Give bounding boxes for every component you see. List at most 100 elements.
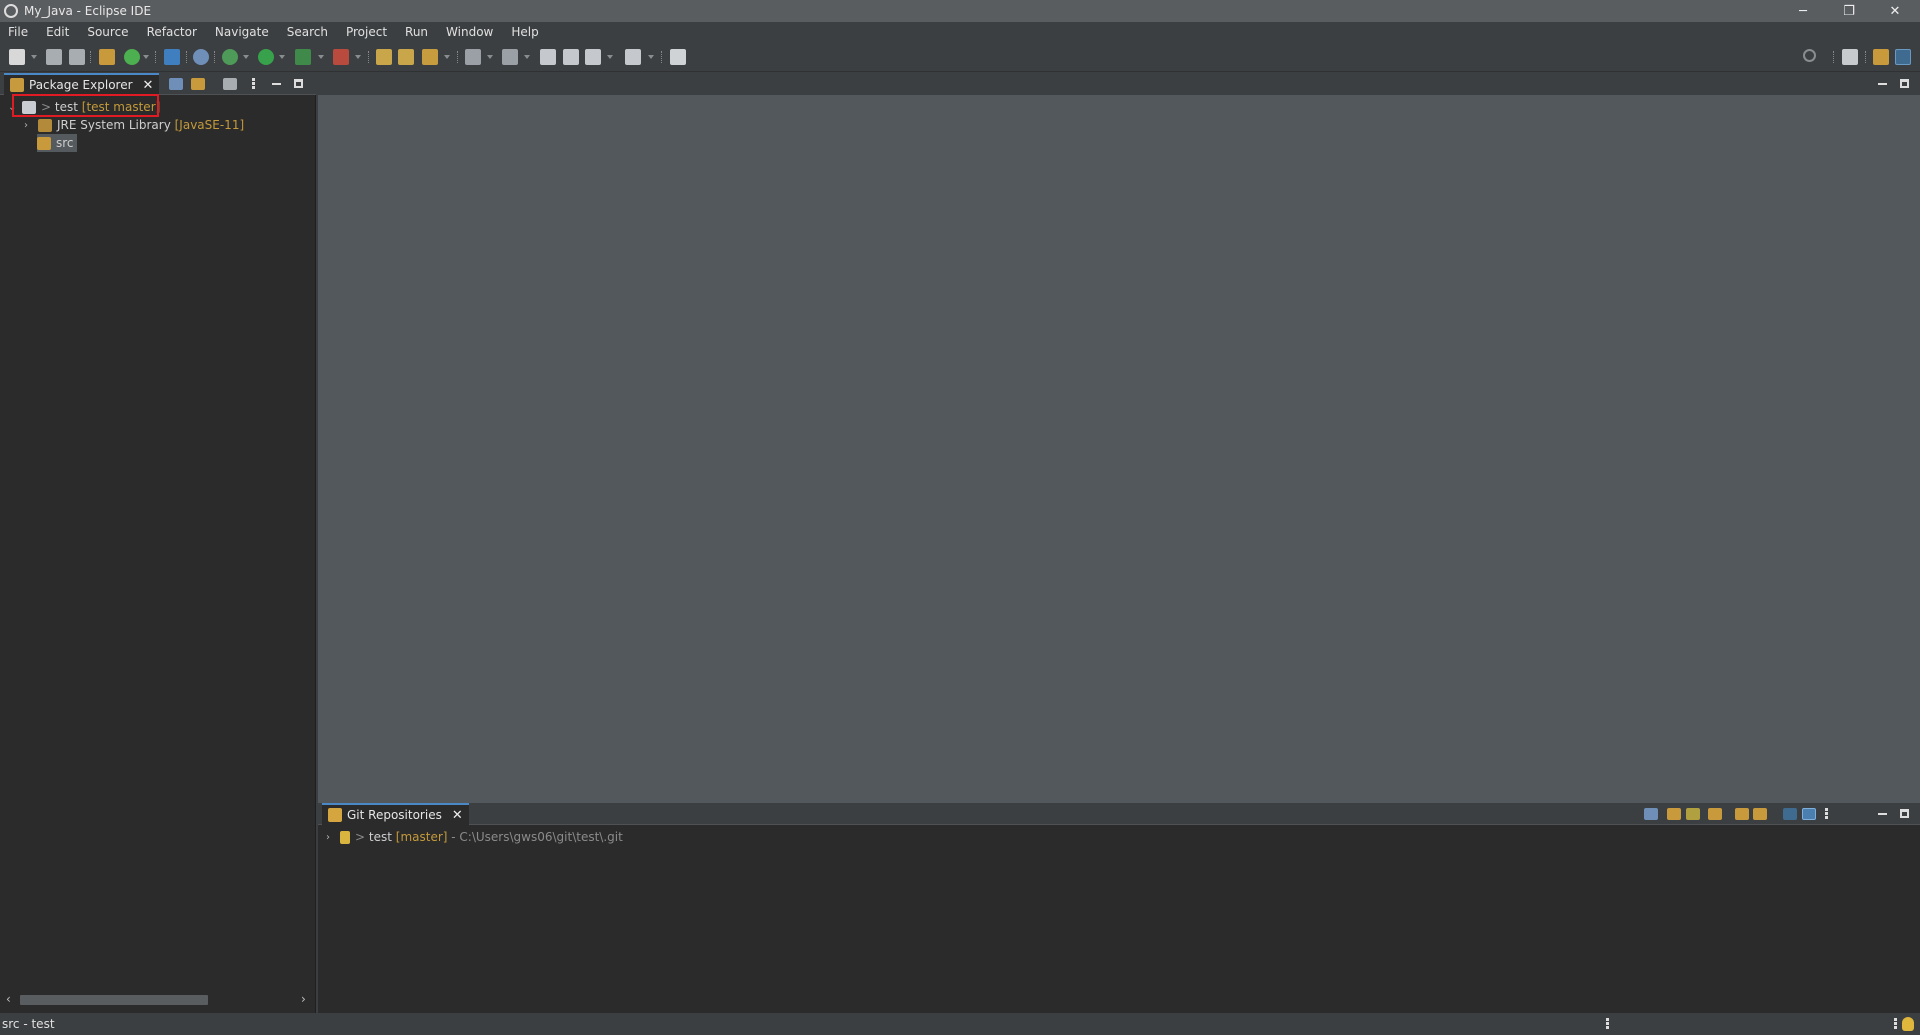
- menu-bar: File Edit Source Refactor Navigate Searc…: [0, 22, 1920, 42]
- add-repository-icon[interactable]: [1667, 808, 1681, 820]
- menu-search[interactable]: Search: [279, 25, 338, 39]
- menu-help[interactable]: Help: [503, 25, 548, 39]
- open-type-icon[interactable]: [376, 49, 392, 65]
- next-annotation-icon[interactable]: [465, 49, 481, 65]
- collapse-all-icon[interactable]: [169, 78, 183, 90]
- link-with-editor-icon[interactable]: [191, 78, 205, 90]
- scrollbar-thumb[interactable]: [20, 995, 208, 1005]
- status-bar: src - test: [0, 1013, 1920, 1035]
- menu-source[interactable]: Source: [79, 25, 138, 39]
- restore-button[interactable]: ❐: [1826, 0, 1872, 22]
- minimize-view-icon[interactable]: [1878, 813, 1887, 815]
- new-class-dropdown-icon[interactable]: [143, 55, 149, 59]
- status-menu-icon[interactable]: [1606, 1017, 1609, 1031]
- new-java-class-icon[interactable]: [124, 49, 140, 65]
- toolbar-separator: [661, 51, 663, 63]
- toolbar-separator: [155, 51, 157, 63]
- lightbulb-icon[interactable]: [1902, 1017, 1914, 1031]
- link-with-selection-icon[interactable]: [1753, 808, 1767, 820]
- run-dropdown-icon[interactable]: [279, 55, 285, 59]
- maximize-editor-icon[interactable]: [1900, 79, 1909, 88]
- maximize-view-icon[interactable]: [294, 79, 303, 88]
- save-all-icon[interactable]: [69, 49, 85, 65]
- coverage-dropdown-icon[interactable]: [318, 55, 324, 59]
- java-perspective-icon[interactable]: [1873, 49, 1889, 65]
- scroll-left-icon[interactable]: ‹: [6, 992, 11, 1006]
- new-icon[interactable]: [9, 49, 25, 65]
- close-button[interactable]: ✕: [1872, 0, 1918, 22]
- back-icon[interactable]: [563, 49, 579, 65]
- previous-annotation-icon[interactable]: [502, 49, 518, 65]
- last-edit-icon[interactable]: [540, 49, 556, 65]
- external-tools-dropdown-icon[interactable]: [355, 55, 361, 59]
- external-tools-icon[interactable]: [333, 49, 349, 65]
- close-icon[interactable]: ✕: [143, 78, 154, 93]
- menu-window[interactable]: Window: [438, 25, 503, 39]
- toolbar-separator: [214, 51, 216, 63]
- tree-item-jre-system-library[interactable]: › JRE System Library [JavaSE-11]: [24, 116, 244, 134]
- clone-repository-icon[interactable]: [1686, 808, 1700, 820]
- tab-package-explorer[interactable]: Package Explorer ✕: [4, 73, 160, 95]
- new-java-project-icon[interactable]: [99, 49, 115, 65]
- search-icon[interactable]: [422, 49, 438, 65]
- coverage-icon[interactable]: [295, 49, 311, 65]
- status-menu-icon[interactable]: [1894, 1017, 1897, 1031]
- source-folder-icon: [37, 136, 51, 150]
- menu-refactor[interactable]: Refactor: [139, 25, 207, 39]
- toolbar-separator: [1865, 51, 1867, 63]
- maximize-view-icon[interactable]: [1900, 809, 1909, 818]
- view-menu-icon[interactable]: [1825, 807, 1828, 821]
- back-dropdown-icon[interactable]: [607, 55, 613, 59]
- debug-icon[interactable]: [222, 49, 238, 65]
- menu-run[interactable]: Run: [397, 25, 438, 39]
- library-icon: [38, 118, 52, 132]
- hierarchical-layout-icon[interactable]: [1783, 808, 1797, 820]
- save-icon[interactable]: [46, 49, 62, 65]
- tree-item-src[interactable]: src: [37, 134, 77, 152]
- forward-icon[interactable]: [625, 49, 641, 65]
- chevron-right-icon[interactable]: ›: [24, 120, 34, 131]
- menu-navigate[interactable]: Navigate: [207, 25, 279, 39]
- search-icon[interactable]: [1803, 49, 1816, 62]
- close-icon[interactable]: ✕: [452, 808, 463, 823]
- search-dropdown-icon[interactable]: [444, 55, 450, 59]
- pin-editor-icon[interactable]: [670, 49, 686, 65]
- run-icon[interactable]: [258, 49, 274, 65]
- toolbar-separator: [186, 51, 188, 63]
- git-perspective-icon[interactable]: [1895, 49, 1911, 65]
- open-perspective-icon[interactable]: [1842, 49, 1858, 65]
- editor-area[interactable]: [318, 73, 1920, 803]
- status-text: src - test: [2, 1017, 55, 1031]
- library-name: JRE System Library: [57, 118, 171, 132]
- menu-project[interactable]: Project: [338, 25, 397, 39]
- git-repositories-icon: [328, 808, 342, 822]
- show-details-icon[interactable]: [1802, 808, 1816, 820]
- debug-dropdown-icon[interactable]: [243, 55, 249, 59]
- back-alt-icon[interactable]: [585, 49, 601, 65]
- focus-on-task-icon[interactable]: [223, 78, 237, 90]
- minimize-view-icon[interactable]: [272, 83, 281, 85]
- scroll-right-icon[interactable]: ›: [301, 992, 306, 1006]
- create-repository-icon[interactable]: [1708, 808, 1722, 820]
- collapse-all-icon[interactable]: [1644, 808, 1658, 820]
- previous-annotation-dropdown-icon[interactable]: [524, 55, 530, 59]
- chevron-right-icon[interactable]: ›: [326, 832, 336, 843]
- skip-breakpoints-icon[interactable]: [193, 49, 209, 65]
- git-repositories-panel: Git Repositories ✕ › > test [master] - C…: [318, 803, 1920, 1013]
- horizontal-scrollbar[interactable]: ‹ ›: [4, 992, 312, 1008]
- minimize-button[interactable]: ─: [1780, 0, 1826, 22]
- menu-edit[interactable]: Edit: [38, 25, 79, 39]
- src-name: src: [56, 136, 74, 150]
- menu-file[interactable]: File: [0, 25, 38, 39]
- view-menu-icon[interactable]: [252, 77, 255, 91]
- window-title: My_Java - Eclipse IDE: [24, 4, 152, 18]
- tab-git-repositories[interactable]: Git Repositories ✕: [322, 803, 469, 825]
- next-annotation-dropdown-icon[interactable]: [487, 55, 493, 59]
- forward-dropdown-icon[interactable]: [648, 55, 654, 59]
- terminal-icon[interactable]: [164, 49, 180, 65]
- repository-item-test[interactable]: › > test [master] - C:\Users\gws06\git\t…: [326, 828, 623, 846]
- open-task-icon[interactable]: [398, 49, 414, 65]
- new-dropdown-icon[interactable]: [31, 55, 37, 59]
- minimize-editor-icon[interactable]: [1878, 83, 1887, 85]
- refresh-icon[interactable]: [1735, 808, 1749, 820]
